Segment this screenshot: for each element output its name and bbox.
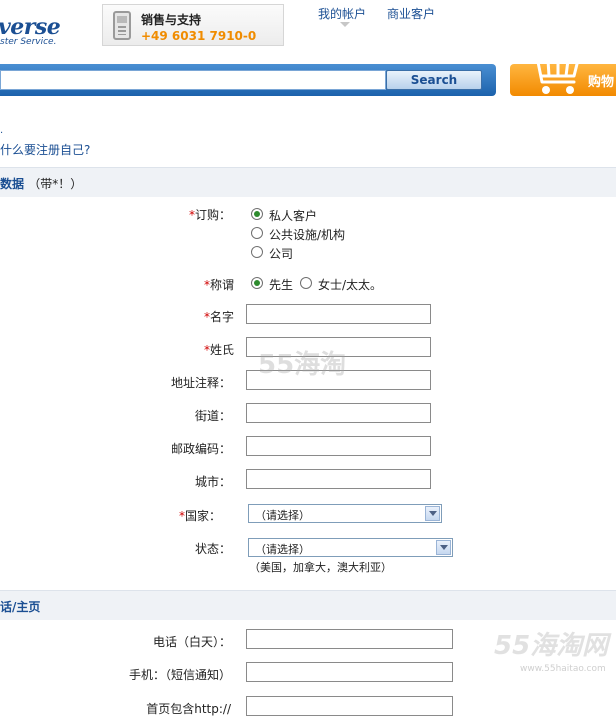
corner-watermark: 55海淘网 [494, 631, 609, 661]
phone-day-input[interactable] [246, 629, 453, 649]
chevron-down-icon[interactable] [436, 540, 451, 555]
first-name-label: *名字 [203, 310, 234, 324]
city-label: 城市： [194, 475, 231, 489]
homepage-input[interactable] [246, 696, 453, 716]
support-title: 销售与支持 [141, 13, 202, 27]
state-hint: （美国，加拿大，澳大利亚） [249, 561, 392, 574]
homepage-label: 首页包含http:// [146, 702, 231, 716]
why-register-link[interactable]: 什么要注册自己? [0, 141, 90, 158]
chevron-down-icon[interactable] [425, 506, 440, 521]
phone-icon [113, 11, 131, 40]
mobile-input[interactable] [246, 662, 453, 682]
section-title: 数据 （带*！） [0, 177, 83, 191]
salutation-mr-radio[interactable] [251, 277, 263, 289]
business-customers-link[interactable]: 商业客户 [387, 5, 435, 22]
watermark: 55海淘 [258, 350, 347, 380]
tab-indicator [340, 22, 350, 27]
order-private-label: 私人客户 [269, 209, 318, 223]
order-company-radio[interactable] [251, 246, 263, 258]
section-personal-data: 数据 （带*！） [0, 167, 616, 197]
section-title: 话/主页 [0, 600, 41, 614]
order-company-label: 公司 [269, 247, 294, 261]
salutation-ms-label: 女士/太太。 [318, 278, 383, 292]
salutation-mr-label: 先生 [269, 278, 294, 292]
salutation-label: *称谓 [203, 278, 234, 292]
city-input[interactable] [246, 469, 431, 489]
cart-label[interactable]: 购物 [588, 71, 614, 90]
section-contact: 话/主页 [0, 590, 616, 620]
postcode-input[interactable] [246, 436, 431, 456]
shopping-cart-icon[interactable] [524, 46, 582, 98]
order-public-radio[interactable] [251, 227, 263, 239]
address-note-label: 地址注释： [170, 376, 231, 390]
postcode-label: 邮政编码： [170, 442, 231, 456]
state-select[interactable]: （请选择） [248, 538, 453, 557]
phone-day-label: 电话（白天）： [152, 635, 231, 649]
my-account-link[interactable]: 我的帐户 [318, 5, 366, 22]
order-public-label: 公共设施/机构 [269, 228, 346, 242]
street-input[interactable] [246, 403, 431, 423]
bullet-mark: · [0, 128, 4, 139]
support-box: 销售与支持 +49 6031 7910-0 [102, 4, 284, 46]
mobile-label: 手机：（短信通知） [128, 668, 231, 682]
search-input[interactable] [0, 70, 386, 90]
country-select-value: （请选择） [255, 509, 310, 522]
country-select[interactable]: （请选择） [248, 504, 442, 523]
order-label: *订购： [188, 208, 231, 222]
search-button[interactable]: Search [386, 70, 482, 90]
state-label: 状态： [194, 542, 231, 556]
first-name-input[interactable] [246, 304, 431, 324]
country-label: *国家： [178, 509, 221, 523]
support-phone: +49 6031 7910-0 [141, 29, 257, 43]
street-label: 街道： [194, 409, 231, 423]
salutation-ms-radio[interactable] [300, 277, 312, 289]
last-name-label: *姓氏 [203, 343, 234, 357]
logo-tagline: ster Service. [0, 37, 57, 47]
state-select-value: （请选择） [255, 543, 310, 556]
corner-watermark-url: www.55haitao.com [520, 664, 606, 674]
order-private-radio[interactable] [251, 208, 263, 220]
